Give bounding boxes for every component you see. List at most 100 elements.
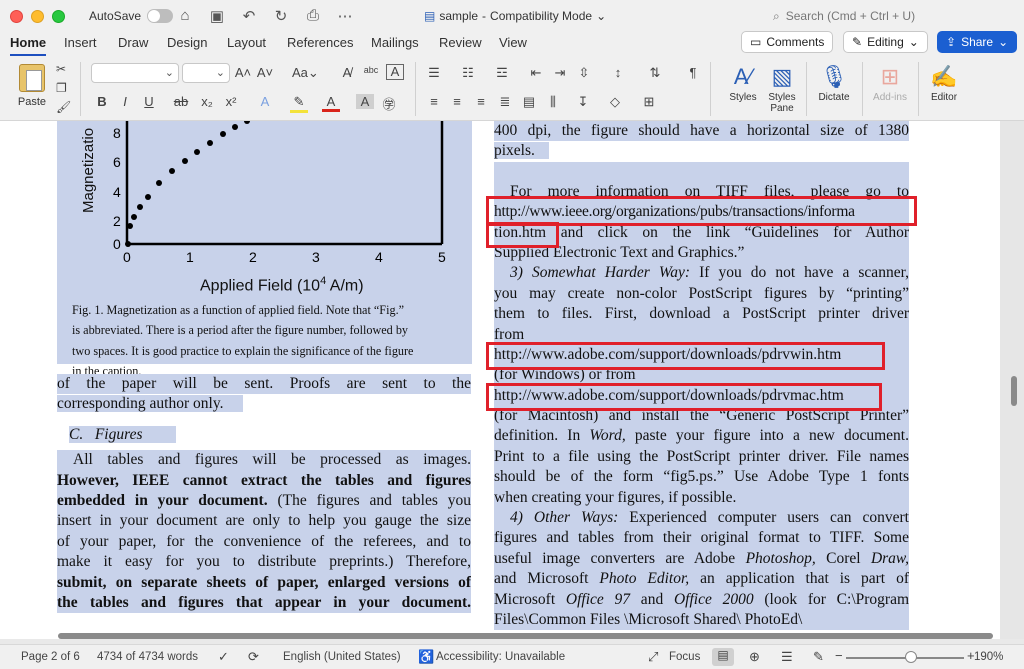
close-window-button[interactable] bbox=[10, 10, 23, 23]
borders-icon[interactable]: ⊞ bbox=[640, 94, 658, 110]
addins-button[interactable]: ⊞ Add-ins bbox=[868, 62, 912, 103]
phonetic-guide-icon[interactable]: abc bbox=[362, 65, 380, 75]
undo-icon[interactable]: ↶ bbox=[240, 7, 258, 25]
zoom-out-button[interactable]: − bbox=[835, 648, 843, 663]
minimize-window-button[interactable] bbox=[31, 10, 44, 23]
justify-icon[interactable]: ≣ bbox=[496, 94, 514, 110]
font-name-select[interactable]: ⌄ bbox=[91, 63, 179, 83]
styles-button[interactable]: A⁄ Styles bbox=[724, 62, 762, 103]
text-line: Files\Common Files \Microsoft Shared\ Ph… bbox=[494, 609, 909, 631]
y-tick-6: 6 bbox=[113, 154, 121, 170]
text-line: you may create non-color PostScript figu… bbox=[494, 283, 909, 305]
home-icon[interactable]: ⌂ bbox=[176, 7, 194, 25]
tab-references[interactable]: References bbox=[287, 35, 353, 50]
document-icon: ▤ bbox=[424, 9, 436, 23]
search-icon: ⌕ bbox=[773, 9, 780, 23]
web-layout-icon[interactable]: ⊕ bbox=[749, 649, 760, 665]
numbering-icon[interactable]: ☷ bbox=[459, 65, 477, 81]
italic-icon[interactable]: I bbox=[116, 94, 134, 109]
align-right-icon[interactable]: ≡ bbox=[472, 94, 490, 109]
more-icon[interactable]: ⋯ bbox=[336, 7, 354, 25]
strikethrough-icon[interactable]: ab bbox=[172, 94, 190, 109]
bullets-icon[interactable]: ☰ bbox=[425, 65, 443, 81]
proofing-icon[interactable]: ✓ bbox=[218, 649, 229, 665]
superscript-icon[interactable]: x² bbox=[222, 94, 240, 109]
tab-mailings[interactable]: Mailings bbox=[371, 35, 419, 50]
shrink-font-icon[interactable]: A˅ bbox=[256, 65, 274, 80]
line-spacing-options-icon[interactable]: ↧ bbox=[574, 94, 592, 110]
columns-icon[interactable]: ⫼ bbox=[544, 94, 562, 110]
increase-indent-icon[interactable]: ⇥ bbox=[551, 65, 569, 81]
align-left-icon[interactable]: ≡ bbox=[425, 94, 443, 109]
page-count[interactable]: Page 2 of 6 bbox=[21, 651, 80, 663]
focus-button[interactable]: Focus bbox=[669, 651, 700, 663]
tab-view[interactable]: View bbox=[499, 35, 527, 50]
styles-pane-button[interactable]: ▧ Styles Pane bbox=[764, 62, 800, 114]
bold-icon[interactable]: B bbox=[93, 94, 111, 109]
word-count[interactable]: 4734 of 4734 words bbox=[97, 651, 198, 663]
cut-icon[interactable]: ✂ bbox=[56, 62, 71, 76]
document-page[interactable]: Magnetizatio 8 6 4 2 0 0 1 2 3 4 5 Appli… bbox=[0, 121, 1000, 639]
change-case-icon[interactable]: Aa⌄ bbox=[292, 65, 319, 81]
text-line: useful image converters are Adobe Photos… bbox=[494, 548, 909, 570]
draft-view-icon[interactable]: ✎ bbox=[813, 649, 824, 665]
text-line: of your paper, for the convenience of th… bbox=[57, 531, 471, 553]
document-name: sample bbox=[439, 9, 479, 23]
search-field[interactable]: ⌕ Search (Cmd + Ctrl + U) bbox=[773, 9, 915, 24]
highlight-icon[interactable]: ✎ bbox=[290, 94, 308, 113]
chevron-down-icon: ⌄ bbox=[908, 35, 919, 49]
accessibility-status[interactable]: Accessibility: Unavailable bbox=[436, 651, 565, 663]
autosave-toggle[interactable] bbox=[147, 9, 174, 23]
zoom-slider-handle[interactable] bbox=[905, 651, 917, 663]
subscript-icon[interactable]: x₂ bbox=[198, 94, 216, 109]
tab-layout[interactable]: Layout bbox=[227, 35, 266, 50]
multilevel-list-icon[interactable]: ☲ bbox=[493, 65, 511, 81]
tab-draw[interactable]: Draw bbox=[118, 35, 148, 50]
magnetization-figure bbox=[125, 121, 444, 247]
outline-view-icon[interactable]: ☰ bbox=[781, 649, 793, 665]
language[interactable]: English (United States) bbox=[283, 651, 401, 663]
track-changes-icon[interactable]: ⟳ bbox=[248, 649, 259, 665]
distributed-icon[interactable]: ▤ bbox=[520, 94, 538, 110]
document-title[interactable]: ▤ sample - Compatibility Mode ⌄ bbox=[424, 9, 606, 23]
document-area[interactable]: Magnetizatio 8 6 4 2 0 0 1 2 3 4 5 Appli… bbox=[0, 121, 1024, 639]
paste-button[interactable]: Paste bbox=[12, 64, 52, 108]
editing-button[interactable]: ✎ Editing ⌄ bbox=[843, 31, 928, 53]
underline-icon[interactable]: U bbox=[140, 94, 158, 109]
share-button[interactable]: ⇪ Share ⌄ bbox=[937, 31, 1018, 53]
format-painter-icon[interactable]: 🖌 bbox=[56, 100, 71, 114]
line-spacing-icon[interactable]: ↕ bbox=[609, 65, 627, 80]
tab-insert[interactable]: Insert bbox=[64, 35, 97, 50]
shading-icon[interactable]: ◇ bbox=[606, 94, 624, 110]
font-color-icon[interactable]: A bbox=[322, 94, 340, 112]
paragraph-marks-icon[interactable]: ¶ bbox=[684, 65, 702, 80]
editor-button[interactable]: ✍ Editor bbox=[926, 62, 962, 103]
accessibility-icon: ♿ bbox=[418, 649, 435, 664]
character-border-icon[interactable]: A bbox=[386, 64, 404, 80]
autosave-control[interactable]: AutoSave bbox=[89, 9, 174, 23]
character-shading-icon[interactable]: A bbox=[356, 94, 374, 109]
tab-review[interactable]: Review bbox=[439, 35, 482, 50]
sort-icon[interactable]: ⇅ bbox=[646, 65, 664, 81]
clear-format-icon[interactable]: A̸ bbox=[338, 65, 356, 80]
zoom-window-button[interactable] bbox=[52, 10, 65, 23]
redo-icon[interactable]: ↻ bbox=[272, 7, 290, 25]
horizontal-scrollbar[interactable] bbox=[58, 633, 993, 639]
vertical-scrollbar[interactable] bbox=[1011, 376, 1017, 406]
font-size-select[interactable]: ⌄ bbox=[182, 63, 230, 83]
zoom-level[interactable]: 190% bbox=[974, 651, 1003, 663]
asian-layout-icon[interactable]: ⇳ bbox=[575, 65, 593, 81]
decrease-indent-icon[interactable]: ⇤ bbox=[527, 65, 545, 81]
align-center-icon[interactable]: ≡ bbox=[448, 94, 466, 109]
print-icon[interactable]: ⎙ bbox=[304, 7, 322, 25]
dictate-button[interactable]: 🎙 Dictate bbox=[814, 62, 854, 103]
grow-font-icon[interactable]: A˄ bbox=[234, 65, 252, 80]
comments-button[interactable]: ▭ Comments bbox=[741, 31, 834, 53]
enclose-characters-icon[interactable]: ㊫ bbox=[380, 94, 398, 113]
copy-icon[interactable]: ❐ bbox=[56, 81, 71, 95]
tab-home[interactable]: Home bbox=[10, 35, 47, 56]
tab-design[interactable]: Design bbox=[167, 35, 207, 50]
save-icon[interactable]: ▣ bbox=[208, 7, 226, 25]
text-effects-icon[interactable]: A bbox=[256, 94, 274, 109]
print-layout-icon[interactable]: ▤ bbox=[712, 648, 734, 666]
